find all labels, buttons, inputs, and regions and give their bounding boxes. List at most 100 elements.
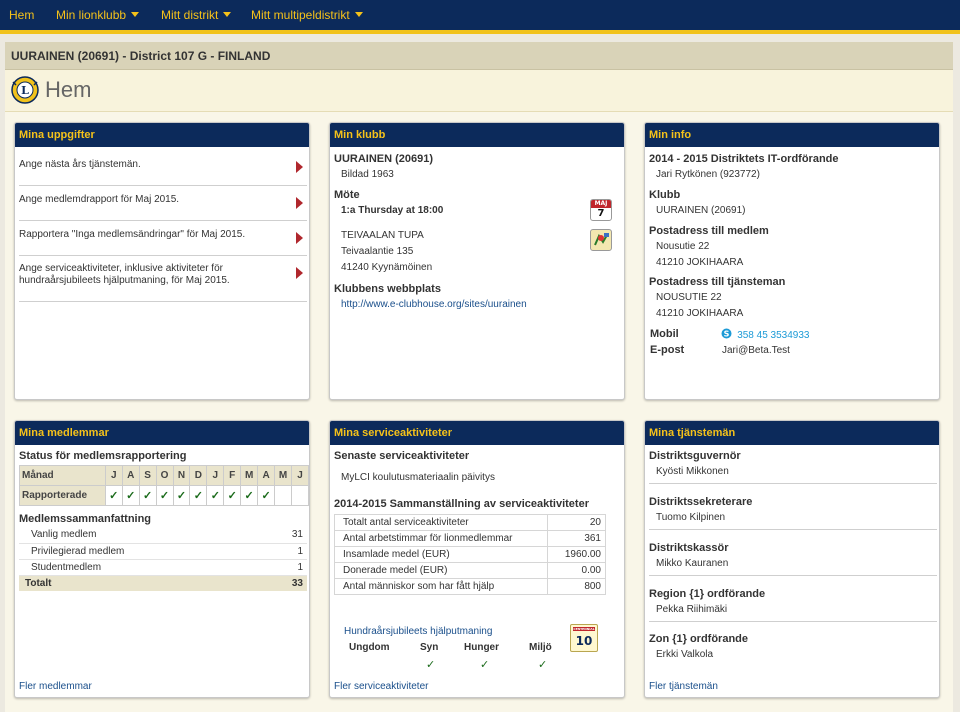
summary-value: 1	[270, 559, 307, 576]
arrow-right-icon	[296, 197, 303, 209]
challenge-sight-check-icon: ✓	[426, 658, 436, 671]
members-panel: Mina medlemmar Status för medlemsrapport…	[14, 420, 310, 698]
check-icon: ✓	[193, 490, 203, 502]
officer-address-label: Postadress till tjänsteman	[649, 276, 786, 288]
officer-role: Region {1} ordförande	[649, 588, 766, 600]
task-item[interactable]: Rapportera "Inga medlemsändringar" för M…	[15, 220, 309, 255]
summary-value: 31	[270, 527, 307, 544]
calendar-month: MAJ	[591, 200, 611, 208]
centennial-challenge-link[interactable]: Hundraårsjubileets hjälputmaning	[344, 626, 492, 637]
nav-my-club-label: Min lionklubb	[56, 8, 127, 22]
info-club-value: UURAINEN (20691)	[656, 205, 746, 216]
divider	[649, 575, 937, 576]
check-icon: ✓	[126, 490, 136, 502]
service-row: Antal arbetstimmar för lionmedlemmar 361	[333, 530, 606, 547]
meeting-time: 1:a Thursday at 18:00	[341, 205, 444, 216]
nav-accent-strip	[0, 30, 960, 34]
officer-name: Tuomo Kilpinen	[656, 512, 726, 523]
service-row: Totalt antal serviceaktiviteter 20	[333, 514, 606, 531]
summary-label: Privilegierad medlem	[19, 543, 271, 560]
reported-check-cell: ✓	[240, 485, 259, 506]
service-row-value: 1960.00	[547, 546, 606, 563]
info-panel: Min info 2014 - 2015 Distriktets IT-ordf…	[644, 122, 940, 400]
nav-home-label: Hem	[9, 8, 35, 22]
check-icon: ✓	[176, 490, 187, 502]
nav-my-club[interactable]: Min lionklubb	[56, 8, 140, 22]
reported-check-cell: ✓	[257, 485, 276, 506]
check-icon: ✓	[227, 490, 237, 502]
badge-number: 10	[575, 634, 593, 648]
club-panel: Min klubb UURAINEN (20691) Bildad 1963 M…	[329, 122, 625, 400]
officer-role: Distriktsguvernör	[649, 450, 741, 462]
nav-home[interactable]: Hem	[9, 8, 34, 22]
challenge-hunger: Hunger	[464, 642, 499, 653]
month-cell: S	[138, 465, 157, 486]
summary-row: Studentmedlem 1	[19, 559, 307, 576]
member-address-label: Postadress till medlem	[649, 225, 769, 237]
month-cell: A	[121, 465, 140, 486]
check-icon: ✓	[109, 490, 119, 502]
club-name: UURAINEN (20691)	[334, 153, 434, 165]
reported-check-cell: ✓	[206, 485, 225, 506]
officer-name: Pekka Riihimäki	[656, 604, 728, 615]
email-value: Jari@Beta.Test	[722, 345, 790, 356]
more-members-link[interactable]: Fler medlemmar	[19, 681, 92, 692]
check-icon: ✓	[244, 490, 254, 502]
divider	[649, 621, 937, 622]
divider	[649, 483, 937, 484]
officer-name: Kyösti Mikkonen	[656, 466, 729, 477]
reporting-status-table: Månad J A S O N D J F M A M J Rapportera…	[19, 465, 309, 506]
reported-check-cell: ✓	[121, 485, 140, 506]
map-pin-icon	[594, 233, 609, 246]
service-row-label: Antal arbetstimmar för lionmedlemmar	[333, 530, 549, 547]
info-club-label: Klubb	[649, 189, 681, 201]
service-row: Antal människor som har fått hjälp 800	[333, 578, 606, 595]
service-row-label: Totalt antal serviceaktiviteter	[333, 514, 549, 531]
month-cell: O	[155, 465, 174, 486]
task-item-text: Ange nästa års tjänstemän.	[19, 159, 141, 170]
month-cell: J	[104, 465, 123, 486]
challenge-sight: Syn	[420, 642, 439, 653]
website-label: Klubbens webbplats	[334, 283, 441, 295]
skype-call-link[interactable]: S 358 45 3534933	[721, 328, 809, 341]
nav-my-multiple-district[interactable]: Mitt multipeldistrikt	[251, 8, 363, 22]
reported-empty-cell	[290, 485, 309, 506]
badge-text: CENTENNIAL	[573, 627, 595, 631]
summary-value: 1	[270, 543, 307, 560]
more-service-link[interactable]: Fler serviceaktiviteter	[334, 681, 428, 692]
task-item-text: Ange serviceaktiviteter, inklusive aktiv…	[19, 263, 230, 286]
skype-icon: S	[721, 328, 732, 339]
service-row-value: 0.00	[547, 562, 606, 579]
month-label: Månad	[19, 465, 106, 486]
challenge-youth: Ungdom	[349, 642, 390, 653]
reported-check-cell: ✓	[189, 485, 208, 506]
service-row-label: Antal människor som har fått hjälp	[333, 578, 549, 595]
nav-my-district[interactable]: Mitt distrikt	[161, 8, 232, 22]
check-icon: ✓	[261, 490, 271, 502]
more-officers-link[interactable]: Fler tjänstemän	[649, 681, 718, 692]
task-item[interactable]: Ange serviceaktiviteter, inklusive aktiv…	[15, 255, 309, 301]
email-label: E-post	[650, 344, 685, 356]
officer-name: Mikko Kauranen	[656, 558, 729, 569]
club-founded: Bildad 1963	[341, 169, 394, 180]
challenge-environment-check-icon: ✓	[538, 658, 548, 671]
service-row-label: Donerade medel (EUR)	[333, 562, 549, 579]
reported-label: Rapporterade	[19, 485, 106, 506]
club-website-link[interactable]: http://www.e-clubhouse.org/sites/uuraine…	[341, 299, 527, 310]
task-item-text: Rapportera "Inga medlemsändringar" för M…	[19, 229, 246, 240]
chevron-down-icon	[131, 12, 140, 17]
task-item[interactable]: Ange nästa års tjänstemän.	[15, 147, 309, 185]
calendar-day: 7	[597, 208, 605, 219]
svg-text:L: L	[21, 84, 29, 97]
latest-service-heading: Senaste serviceaktiviteter	[334, 450, 470, 462]
challenge-environment: Miljö	[529, 642, 552, 653]
map-icon[interactable]	[590, 229, 612, 251]
month-cell: A	[257, 465, 276, 486]
service-panel: Mina serviceaktiviteter Senaste servicea…	[329, 420, 625, 698]
club-header-title: UURAINEN (20691) - District 107 G - FINL…	[11, 49, 271, 63]
calendar-icon[interactable]: MAJ 7	[590, 199, 612, 221]
tasks-panel-title: Mina uppgifter	[15, 123, 309, 147]
reported-empty-cell	[274, 485, 292, 506]
total-label: Totalt	[19, 575, 271, 591]
task-item[interactable]: Ange medlemdrapport för Maj 2015.	[15, 185, 309, 220]
